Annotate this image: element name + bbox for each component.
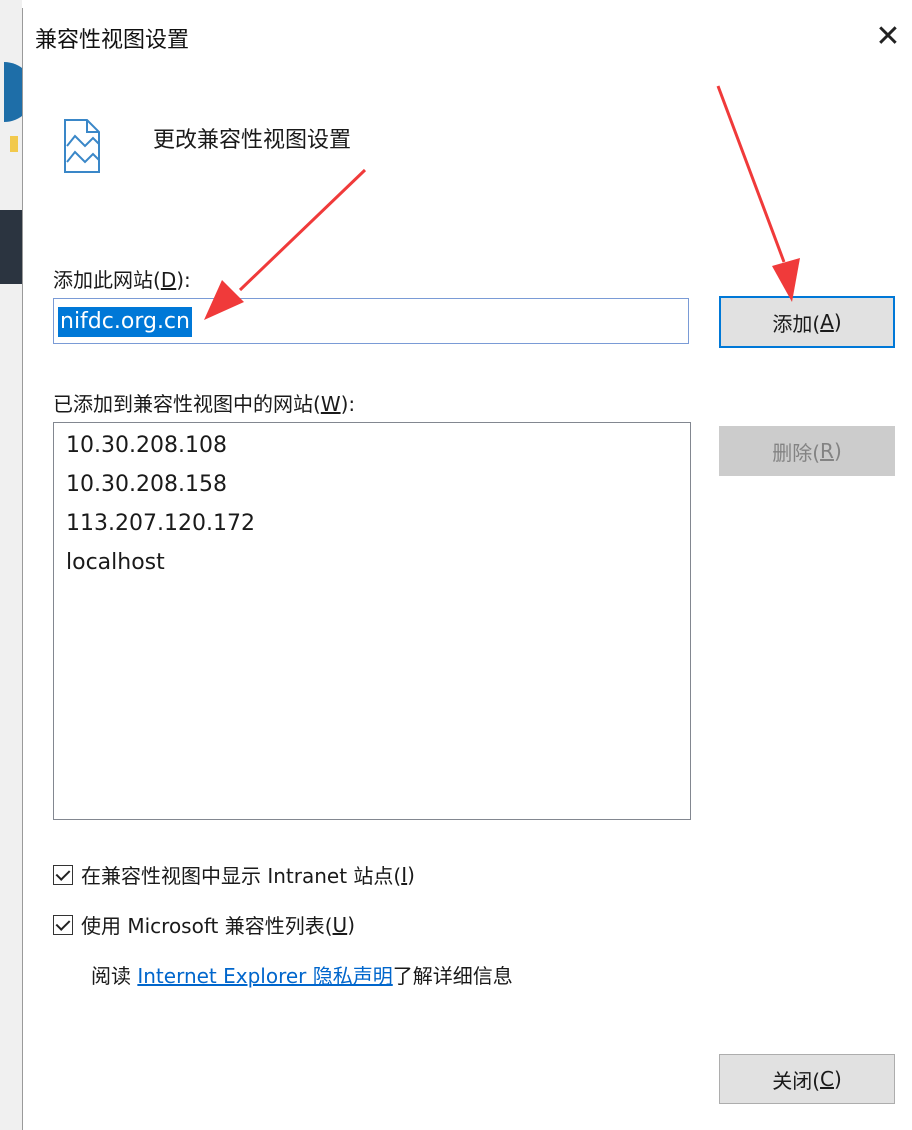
add-site-label: 添加此网站(D): [53,268,191,292]
privacy-link[interactable]: Internet Explorer 隐私声明 [137,964,392,988]
title-bar: 兼容性视图设置 ✕ [23,8,912,64]
list-item[interactable]: 10.30.208.158 [66,472,227,497]
add-site-input[interactable]: nifdc.org.cn [53,298,689,344]
background-tab-icon [10,136,18,152]
add-button[interactable]: 添加(A) [719,296,895,348]
intranet-checkbox[interactable] [53,864,73,885]
site-list-label: 已添加到兼容性视图中的网站(W): [53,392,356,416]
microsoft-list-checkbox[interactable] [53,914,73,935]
background-panel [0,210,22,284]
remove-button[interactable]: 删除(R) [719,426,895,476]
close-icon[interactable]: ✕ [863,8,912,64]
microsoft-list-option[interactable]: 使用 Microsoft 兼容性列表(U) [53,910,355,939]
list-item[interactable]: 10.30.208.108 [66,433,227,458]
intranet-option[interactable]: 在兼容性视图中显示 Intranet 站点(I) [53,860,415,889]
close-button[interactable]: 关闭(C) [719,1054,895,1104]
site-listbox[interactable]: 10.30.208.108 10.30.208.158 113.207.120.… [53,422,691,820]
dialog-title: 兼容性视图设置 [35,28,190,53]
list-item[interactable]: localhost [66,550,165,575]
header-text: 更改兼容性视图设置 [153,128,352,153]
compatibility-view-dialog: 兼容性视图设置 ✕ 更改兼容性视图设置 添加此网站(D): nifdc.org.… [22,8,912,1130]
privacy-text: 阅读 Internet Explorer 隐私声明了解详细信息 [91,964,513,988]
compatibility-view-icon [64,119,100,173]
background-window-edge [0,0,22,1130]
list-item[interactable]: 113.207.120.172 [66,511,255,536]
add-site-input-value: nifdc.org.cn [58,307,192,337]
